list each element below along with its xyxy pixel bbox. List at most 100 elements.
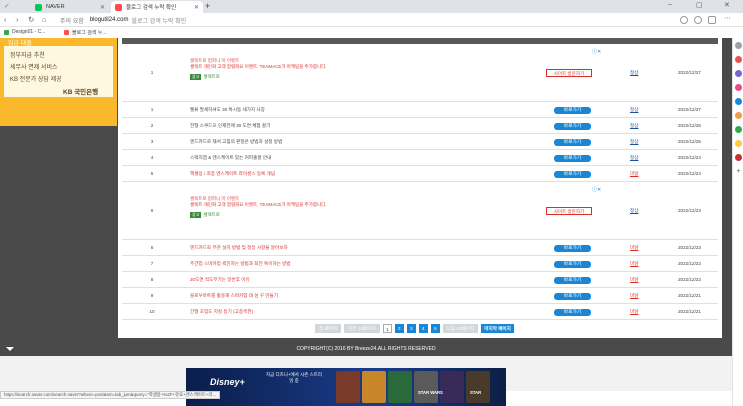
visit-site-button[interactable]: 사이트 방문하기 [546, 69, 592, 77]
post-title-link[interactable]: 20도면 적도부기는 일반후 이유 [190, 277, 250, 283]
go-button[interactable]: 바로가기 [554, 244, 591, 252]
close-tab-icon[interactable]: ✕ [194, 4, 199, 11]
extension-icon[interactable] [680, 16, 688, 24]
index-status-link[interactable]: 미달 [630, 309, 638, 315]
ad-line: 정부지급 추천 [10, 53, 45, 59]
sidebar-app-icon[interactable] [735, 126, 742, 133]
row-number: 6 [150, 208, 154, 213]
post-title-link[interactable]: 엑셀용 / 최종 엔스케이트 라이센스 등록 개념 [190, 171, 275, 177]
bookmark-blog-check[interactable]: 블로그 검색 누... [64, 29, 107, 36]
collapse-arrow-icon[interactable] [6, 347, 14, 351]
post-title-link[interactable]: 주간업 스마카업 퀵친자는 방법과 최전 특이하는 방법 [190, 261, 291, 267]
table-row: 1 벨류 팔세하셔도 30 특시동 세가지 사장 바로가기 정상 2022/12/27 [122, 102, 718, 118]
back-icon[interactable]: ‹ [4, 15, 7, 24]
naver-favicon-icon [35, 3, 42, 11]
index-status-link[interactable]: 미달 [630, 261, 638, 267]
title-bar: ✓ NAVER ✕ 블로그 검색 누락 확인 ✕ + – ▢ ✕ [0, 0, 743, 13]
page-1[interactable]: 1 [382, 324, 392, 333]
maximize-button[interactable]: ▢ [696, 1, 703, 9]
adchoices-icon[interactable]: ⓘ✕ [592, 186, 601, 193]
index-status-link[interactable]: 미달 [630, 277, 638, 283]
row-number: 6 [150, 245, 154, 250]
post-title-link[interactable]: 엔드카드로 무관 설치 방법 및 정장 사항을 알아보자 [190, 245, 288, 251]
post-title-link[interactable]: 스택지엠 & 엔스케이트 있는 커피출항 안내 [190, 155, 271, 161]
sidebar-app-icon[interactable] [735, 154, 742, 161]
security-warning[interactable]: 주의 요함 [60, 16, 84, 25]
banner-tag: STAR WARS [418, 390, 443, 395]
go-button[interactable]: 바로가기 [554, 154, 591, 162]
close-window-button[interactable]: ✕ [724, 1, 730, 9]
more-menu-icon[interactable]: ⋯ [724, 14, 732, 22]
profile-icon[interactable] [694, 16, 702, 24]
outlook-icon[interactable] [735, 98, 742, 105]
shopping-icon[interactable] [735, 56, 742, 63]
tab-label: 블로그 검색 누락 확인 [126, 5, 177, 11]
poster-thumbnail [466, 371, 490, 403]
forward-icon[interactable]: › [16, 15, 19, 24]
post-date: 2022/12/23 [678, 208, 701, 213]
favorites-icon[interactable] [708, 16, 716, 24]
close-tab-icon[interactable]: ✕ [100, 4, 105, 11]
go-button[interactable]: 바로가기 [554, 138, 591, 146]
prev-10-pages-button[interactable]: 이전 10페이지 [344, 324, 380, 333]
first-page-button[interactable]: 첫 페이지 [315, 324, 342, 333]
index-status-link[interactable]: 미달 [630, 171, 638, 177]
index-status-link[interactable]: 정상 [630, 208, 638, 214]
tab-naver[interactable]: NAVER ✕ [31, 1, 109, 13]
search-icon[interactable] [735, 42, 742, 49]
games-icon[interactable] [735, 84, 742, 91]
row-number: 1 [150, 70, 154, 75]
index-status-link[interactable]: 미달 [630, 293, 638, 299]
index-status-link[interactable]: 정상 [630, 139, 638, 145]
ad-source[interactable]: 셀렉트로 [203, 74, 220, 79]
minimize-button[interactable]: – [668, 1, 672, 8]
go-button[interactable]: 바로가기 [554, 260, 591, 268]
new-tab-button[interactable]: + [205, 1, 210, 11]
index-status-link[interactable]: 미달 [630, 245, 638, 251]
index-status-link[interactable]: 정상 [630, 123, 638, 129]
sidebar-app-icon[interactable] [735, 140, 742, 147]
page-5[interactable]: 5 [430, 324, 440, 333]
go-button[interactable]: 바로가기 [554, 292, 591, 300]
tab-blog-check[interactable]: 블로그 검색 누락 확인 ✕ [111, 1, 203, 13]
left-side-ad[interactable]: 입금 대출 정부지급 추천 세무사 면제 서비스 KB 전문가 상담 제공 KB… [0, 38, 117, 126]
bookmark-design01[interactable]: Design01 - C... [4, 29, 45, 35]
post-title-link[interactable]: 엔드카드로 재서 고침의 판정은 방법과 설정 방법 [190, 139, 282, 145]
post-date: 2022/12/27 [678, 70, 701, 75]
index-status-link[interactable]: 정상 [630, 70, 638, 76]
home-icon[interactable]: ⌂ [42, 15, 47, 24]
results-panel: 1 셀렉트로 컴퍼니 마 이벤트 셀렉트 개인화 고객 정렬화요 이벤트. TEAM… [118, 38, 722, 338]
post-title-link[interactable]: 간형 초입도 지킬 동기 (고종목한) [190, 309, 253, 315]
index-status-link[interactable]: 정상 [630, 155, 638, 161]
last-page-button[interactable]: 마지막 페이지 [481, 324, 514, 333]
url-field[interactable]: 주의 요함 blogutil24.com 블로그 검색 누락 확인 [60, 15, 660, 25]
post-title-link[interactable]: 전형 스쿠드오 인제전에 30 도면 체험 꿀기 [190, 123, 270, 129]
office-icon[interactable] [735, 112, 742, 119]
index-status-link[interactable]: 정상 [630, 107, 638, 113]
disney-plus-banner[interactable]: Disney+ 지금 디즈니+에서 시즌 스트리밍 중 STAR WARS ST… [186, 368, 506, 406]
page-3[interactable]: 3 [406, 324, 416, 333]
go-button[interactable]: 바로가기 [554, 276, 591, 284]
post-title-link[interactable]: 벨류 팔세하셔도 30 특시동 세가지 사장 [190, 107, 265, 113]
text-ad[interactable]: 셀렉트로 컴퍼니 마 이벤트 셀렉트 개인화 고객 정렬화요 이벤트. TEAMA… [190, 58, 530, 80]
ad-source-line: 광고 셀렉트로 [190, 212, 530, 218]
adchoices-icon[interactable]: ⓘ✕ [592, 48, 601, 55]
tools-icon[interactable] [735, 70, 742, 77]
go-button[interactable]: 바로가기 [554, 122, 591, 130]
post-title-link[interactable]: 블로우마트를 활용해 스마카업 대 성 꾸 만들기 [190, 293, 278, 299]
go-button[interactable]: 바로가기 [554, 106, 591, 114]
reload-icon[interactable]: ↻ [28, 15, 34, 24]
ad-source[interactable]: 셀렉트로 [203, 212, 220, 217]
next-10-pages-button[interactable]: 다음 10페이지 [442, 324, 479, 333]
post-date: 2022/12/25 [678, 139, 701, 144]
go-button[interactable]: 바로가기 [554, 170, 591, 178]
post-date: 2022/12/23 [678, 245, 701, 250]
page-4[interactable]: 4 [418, 324, 428, 333]
visit-site-button[interactable]: 사이트 방문하기 [546, 207, 592, 215]
ad-line: KB 전문가 상담 제공 [10, 77, 62, 83]
poster-thumbnail [440, 371, 464, 403]
text-ad[interactable]: 셀렉트로 컴퍼니 마 이벤트 셀렉트 개인화 고객 정렬화요 이벤트. TEAMA… [190, 196, 530, 218]
go-button[interactable]: 바로가기 [554, 308, 591, 316]
add-icon[interactable]: + [735, 168, 742, 175]
page-2[interactable]: 2 [394, 324, 404, 333]
